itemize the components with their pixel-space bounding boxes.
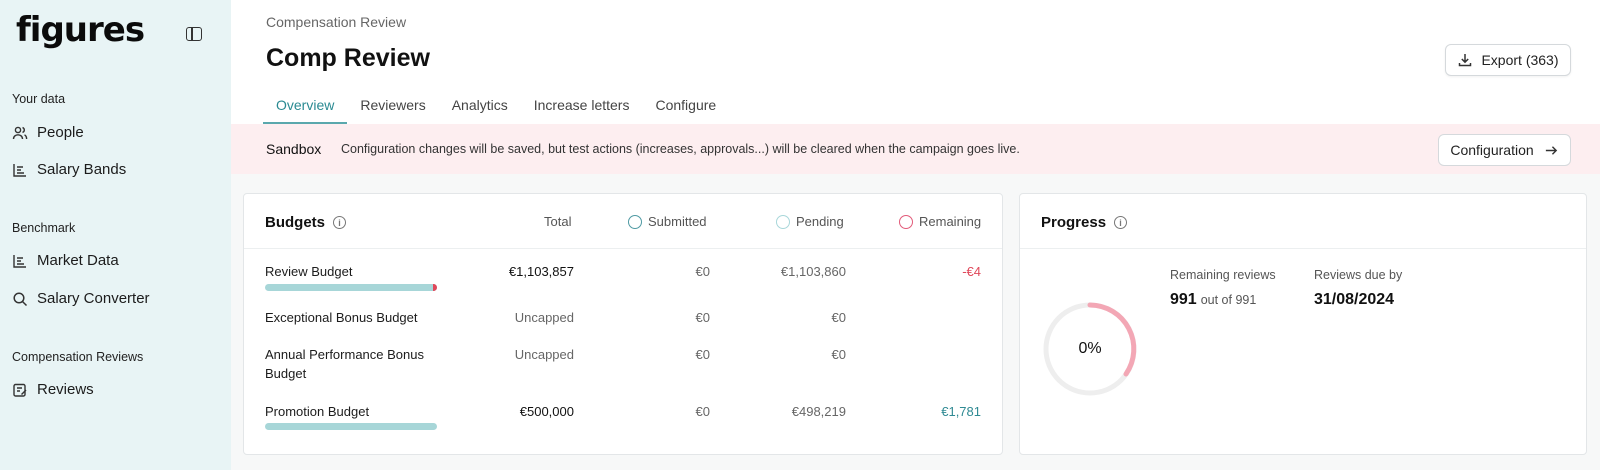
people-icon — [12, 126, 28, 139]
progress-header: Progress i — [1020, 194, 1586, 249]
remaining-reviews-value: 991 out of 991 — [1170, 291, 1256, 309]
remaining-dot-icon — [899, 214, 913, 229]
sidebar-item-reviews[interactable]: Reviews — [12, 381, 94, 398]
budget-row-label: Review Budget — [265, 264, 353, 279]
configuration-button[interactable]: Configuration — [1438, 134, 1571, 166]
sandbox-banner: Sandbox Configuration changes will be sa… — [231, 124, 1600, 174]
reviews-due-date: 31/08/2024 — [1314, 291, 1395, 308]
column-header-total: Total — [544, 214, 571, 229]
reviews-icon — [13, 383, 27, 397]
sidebar-item-label: Salary Bands — [37, 161, 127, 178]
budgets-header: Budgets i Total Submitted Pending Remain… — [244, 194, 1002, 249]
sidebar-item-label: Reviews — [37, 381, 94, 398]
section-title-compensation-reviews: Compensation Reviews — [12, 350, 144, 364]
pending-dot-icon — [776, 214, 790, 229]
info-icon[interactable]: i — [333, 216, 346, 229]
arrow-right-icon — [1545, 145, 1557, 155]
remaining-reviews-total: out of 991 — [1200, 293, 1257, 307]
sidebar-item-market-data[interactable]: Market Data — [12, 252, 119, 269]
budget-pending: €0 — [831, 347, 846, 362]
promotion-budget-bar — [265, 423, 437, 430]
sidebar-toggle-icon[interactable] — [186, 27, 202, 41]
sidebar-item-label: People — [37, 124, 84, 141]
budget-total: Uncapped — [514, 310, 574, 325]
export-button[interactable]: Export (363) — [1445, 44, 1571, 76]
progress-percent: 0% — [1078, 340, 1102, 357]
progress-title: Progress i — [1041, 214, 1128, 231]
column-header-submitted: Submitted — [628, 214, 707, 229]
info-icon[interactable]: i — [1114, 216, 1128, 229]
budget-total: €1,103,857 — [508, 264, 574, 279]
search-icon — [13, 291, 28, 306]
budget-submitted: €0 — [695, 264, 710, 279]
budget-pending: €498,219 — [791, 404, 846, 419]
progress-title-text: Progress — [1041, 214, 1107, 231]
tab-analytics[interactable]: Analytics — [439, 92, 521, 124]
sidebar-item-people[interactable]: People — [12, 124, 84, 141]
progress-ring: 0% — [1040, 299, 1140, 399]
remaining-reviews-label: Remaining reviews — [1170, 268, 1276, 282]
budget-pending: €0 — [831, 310, 846, 325]
column-label: Total — [544, 214, 572, 229]
breadcrumb[interactable]: Compensation Review — [266, 14, 406, 30]
column-label: Pending — [796, 214, 844, 229]
sandbox-label: Sandbox — [266, 141, 322, 157]
configuration-label: Configuration — [1450, 142, 1534, 158]
download-icon — [1459, 54, 1472, 67]
sidebar-item-label: Market Data — [37, 252, 119, 269]
sidebar-item-salary-converter[interactable]: Salary Converter — [12, 290, 150, 307]
section-title-your-data: Your data — [12, 92, 66, 106]
main-content: Compensation Review Comp Review Export (… — [231, 0, 1600, 470]
budget-remaining: -€4 — [962, 264, 981, 279]
figures-logo[interactable]: figures — [16, 10, 145, 50]
submitted-dot-icon — [628, 214, 642, 229]
progress-card: Progress i 0% Remaining reviews 991 out o… — [1019, 193, 1587, 455]
budget-submitted: €0 — [695, 404, 710, 419]
sandbox-message: Configuration changes will be saved, but… — [341, 142, 1020, 156]
sidebar: figures Your data People Salary Bands Be… — [0, 0, 231, 470]
remaining-reviews-count: 991 — [1170, 291, 1197, 308]
column-label: Remaining — [919, 214, 982, 229]
reviews-due-label: Reviews due by — [1314, 268, 1403, 282]
tab-configure[interactable]: Configure — [642, 92, 729, 124]
budget-total: Uncapped — [514, 347, 574, 362]
budget-pending: €1,103,860 — [780, 264, 846, 279]
budget-row-label: Promotion Budget — [265, 404, 370, 419]
page-title: Comp Review — [266, 44, 430, 72]
tab-bar: Overview Reviewers Analytics Increase le… — [263, 92, 729, 124]
budget-remaining: €1,781 — [941, 404, 981, 419]
sidebar-item-salary-bands[interactable]: Salary Bands — [12, 161, 126, 178]
tab-increase-letters[interactable]: Increase letters — [521, 92, 643, 124]
column-label: Submitted — [648, 214, 707, 229]
sidebar-item-label: Salary Converter — [37, 290, 150, 307]
column-header-remaining: Remaining — [899, 214, 981, 229]
budget-row-label: Exceptional Bonus Budget — [265, 310, 418, 325]
budgets-title-text: Budgets — [265, 214, 325, 231]
section-title-benchmark: Benchmark — [12, 221, 76, 235]
review-budget-bar — [265, 284, 437, 291]
tab-overview[interactable]: Overview — [263, 92, 348, 124]
budget-submitted: €0 — [695, 347, 710, 362]
budget-submitted: €0 — [695, 310, 710, 325]
salary-bands-icon — [13, 163, 26, 177]
budget-total: €500,000 — [519, 404, 574, 419]
overspend-marker — [433, 284, 437, 291]
tab-reviewers[interactable]: Reviewers — [347, 92, 438, 124]
budgets-card: Budgets i Total Submitted Pending Remain… — [243, 193, 1003, 455]
column-header-pending: Pending — [776, 214, 844, 229]
budgets-title: Budgets i — [265, 214, 346, 231]
page-header: Compensation Review Comp Review Export (… — [231, 0, 1600, 124]
budget-row-label: Annual Performance Bonus Budget — [265, 347, 424, 381]
market-data-icon — [13, 254, 26, 268]
export-label: Export (363) — [1481, 52, 1559, 68]
